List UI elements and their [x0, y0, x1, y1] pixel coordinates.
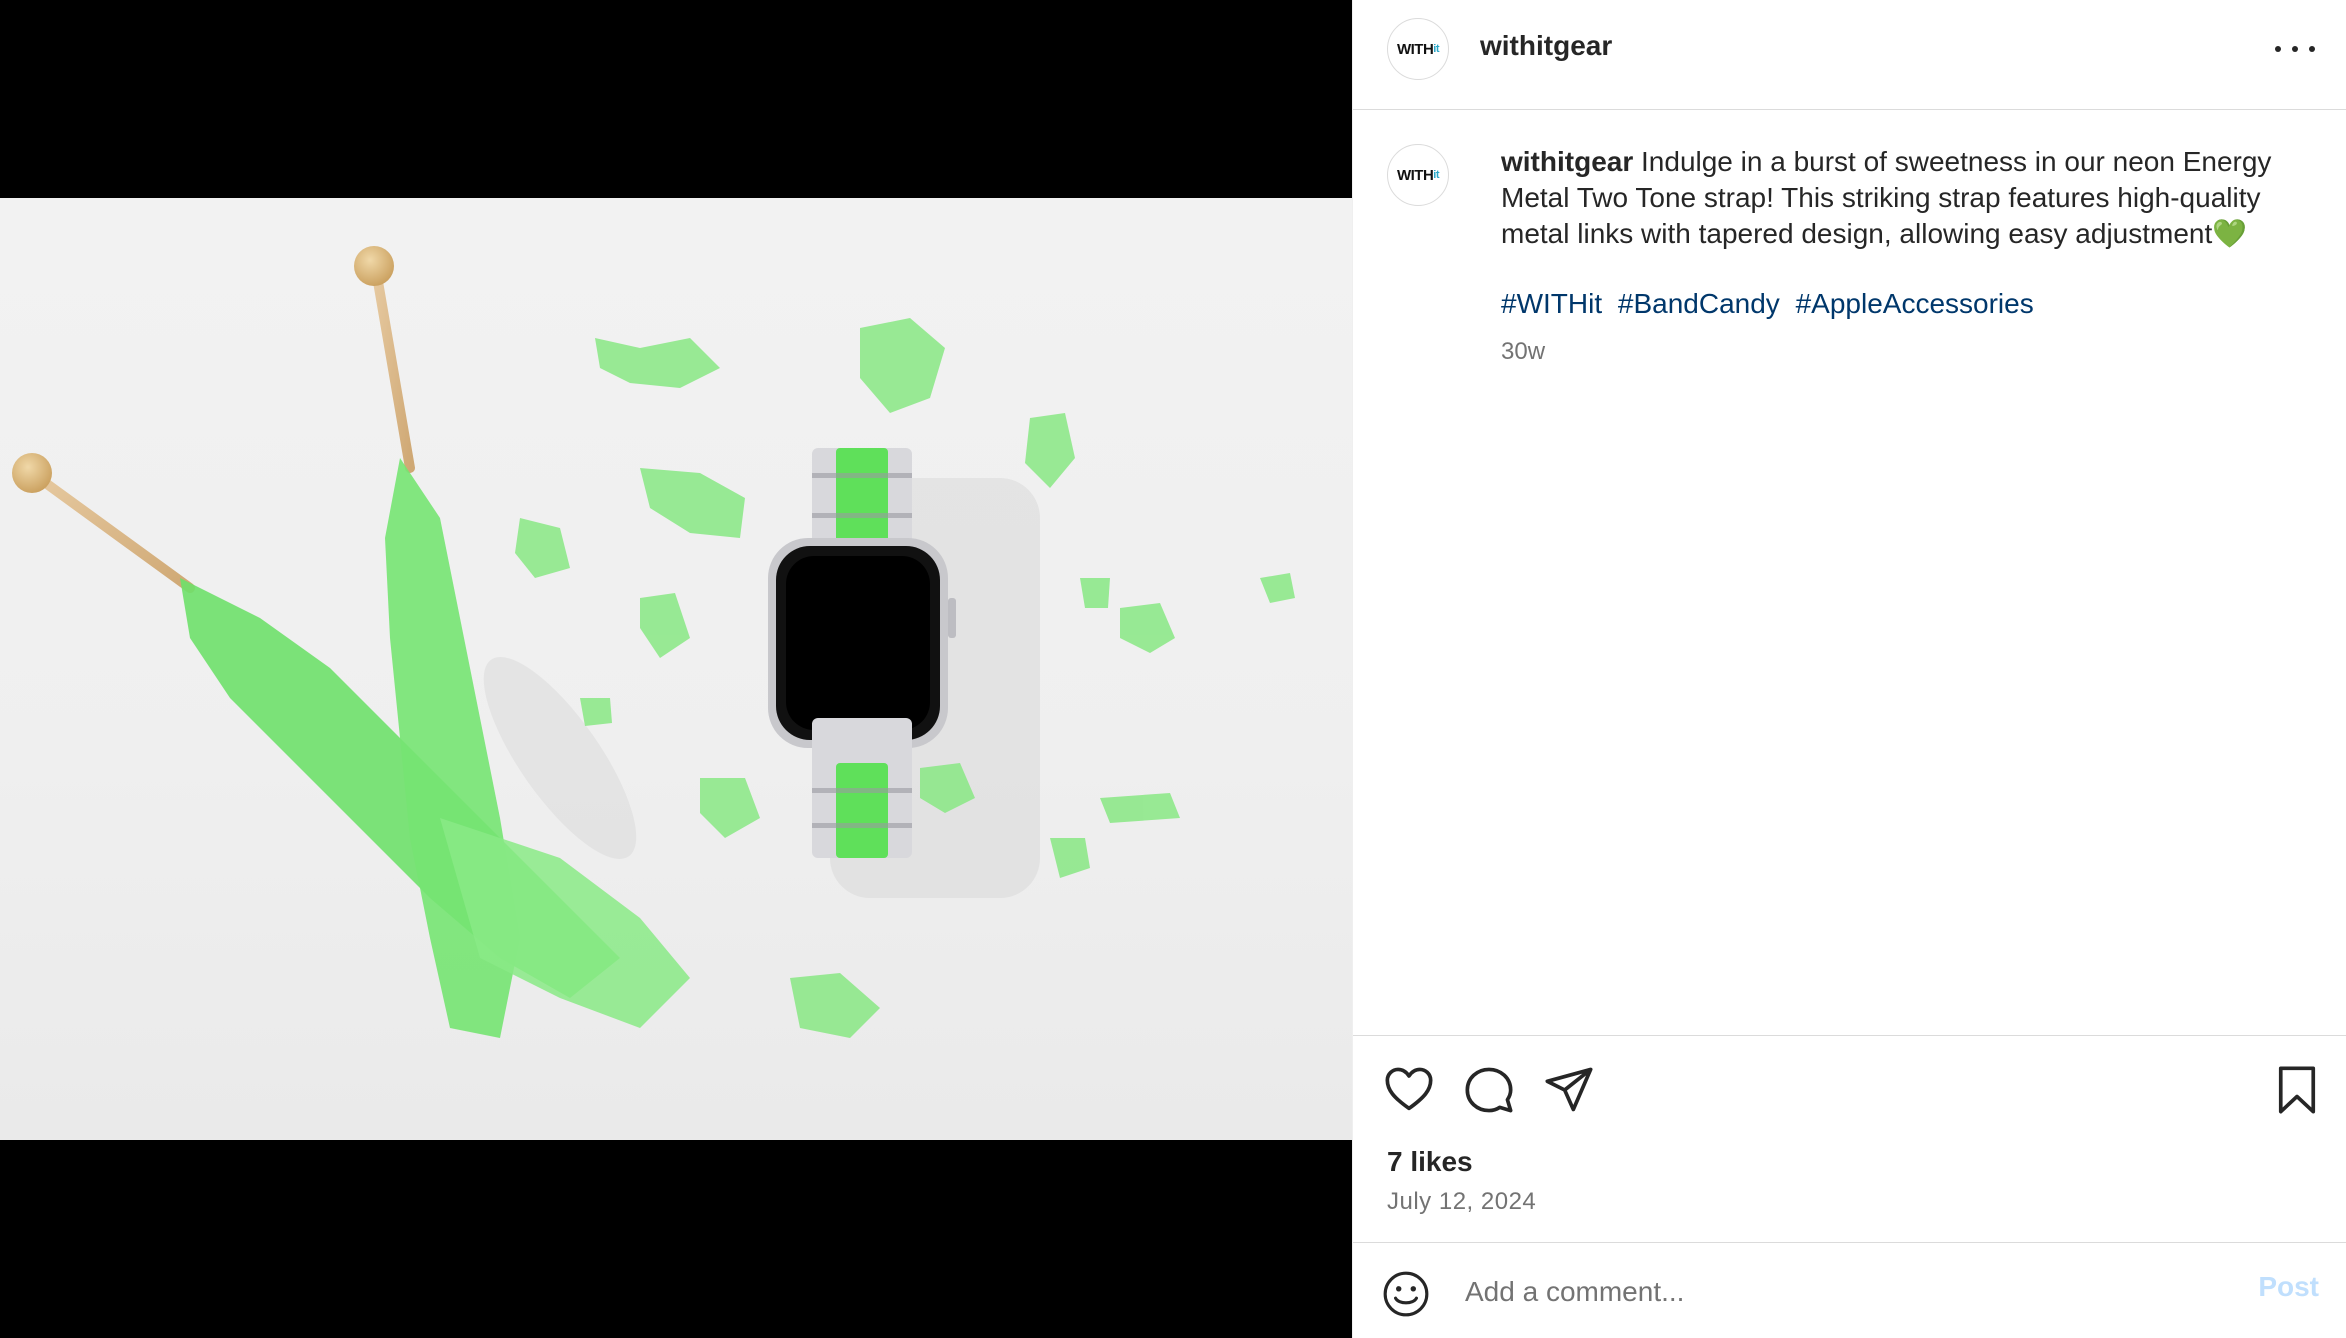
post-details-pane: WITH it withitgear WITH it withitgear Indu… [1352, 0, 2346, 1338]
smiley-icon[interactable] [1381, 1269, 1431, 1319]
hashtag-appleaccessories[interactable]: #AppleAccessories [1796, 288, 2034, 319]
hashtag-withit[interactable]: #WITHit [1501, 288, 1602, 319]
instagram-post-viewer: WITH it withitgear WITH it withitgear Indu… [0, 0, 2346, 1338]
comment-bar: Post [1353, 1242, 2346, 1338]
paper-plane-icon[interactable] [1543, 1064, 1595, 1116]
media-pane [0, 0, 1352, 1338]
caption-text: withitgear Indulge in a burst of sweetne… [1501, 144, 2311, 252]
hashtag-list: #WITHit #BandCandy #AppleAccessories [1501, 286, 2042, 322]
post-header: WITH it withitgear [1353, 0, 2346, 110]
hashtag-bandcandy[interactable]: #BandCandy [1618, 288, 1780, 319]
comment-input[interactable] [1463, 1263, 2187, 1321]
profile-username[interactable]: withitgear [1480, 30, 1612, 62]
profile-avatar[interactable]: WITH it [1387, 18, 1449, 80]
caption-timestamp[interactable]: 30w [1501, 338, 1545, 366]
avatar-logo-text: WITH [1396, 40, 1434, 58]
avatar-logo-text: WITH [1396, 166, 1434, 184]
green-heart-icon: 💚 [2212, 218, 2248, 249]
post-date: July 12, 2024 [1387, 1188, 1537, 1215]
avatar-logo-accent: it [1433, 169, 1440, 181]
caption-username[interactable]: withitgear [1501, 146, 1633, 177]
comment-bubble-icon[interactable] [1463, 1064, 1515, 1116]
post-actions: 7 likes July 12, 2024 [1353, 1035, 2346, 1242]
caption-area: WITH it withitgear Indulge in a burst of … [1353, 110, 2346, 1035]
caption-avatar[interactable]: WITH it [1387, 144, 1449, 206]
avatar-logo-accent: it [1433, 43, 1440, 55]
heart-icon[interactable] [1383, 1064, 1435, 1116]
post-comment-button[interactable]: Post [2258, 1271, 2319, 1303]
post-image[interactable] [0, 198, 1352, 1140]
more-options-icon[interactable] [2275, 34, 2315, 64]
bookmark-icon[interactable] [2271, 1064, 2323, 1116]
product-photo [12, 246, 1295, 1038]
likes-count[interactable]: 7 likes [1387, 1146, 1473, 1178]
